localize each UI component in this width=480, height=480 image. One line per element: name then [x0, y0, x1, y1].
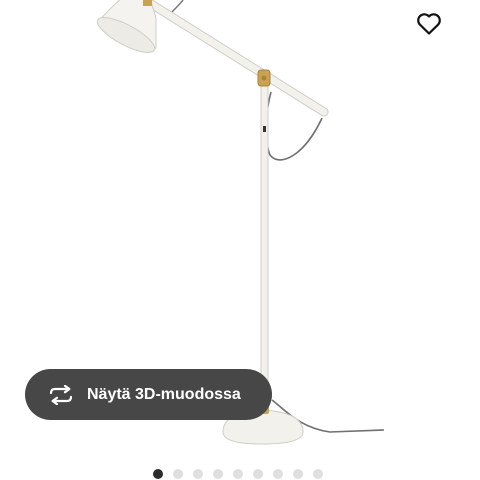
carousel-dot[interactable] [273, 469, 283, 479]
rotate-3d-icon [47, 384, 75, 406]
lamp-shade [96, 0, 157, 53]
carousel-dot[interactable] [153, 469, 163, 479]
view-in-3d-button[interactable]: Näytä 3D-muodossa [25, 369, 272, 420]
carousel-dot[interactable] [253, 469, 263, 479]
add-to-favourites-button[interactable] [411, 6, 447, 42]
lamp-arm [144, 0, 328, 116]
heart-icon [417, 13, 441, 35]
carousel-dot[interactable] [293, 469, 303, 479]
carousel-dot[interactable] [233, 469, 243, 479]
carousel-dot[interactable] [193, 469, 203, 479]
view-in-3d-label: Näytä 3D-muodossa [87, 385, 241, 403]
carousel-dot[interactable] [173, 469, 183, 479]
product-gallery: Näytä 3D-muodossa [0, 0, 480, 480]
carousel-dot[interactable] [213, 469, 223, 479]
lamp-pole [260, 85, 269, 417]
carousel-dot[interactable] [313, 469, 323, 479]
carousel-pagination [153, 469, 323, 479]
